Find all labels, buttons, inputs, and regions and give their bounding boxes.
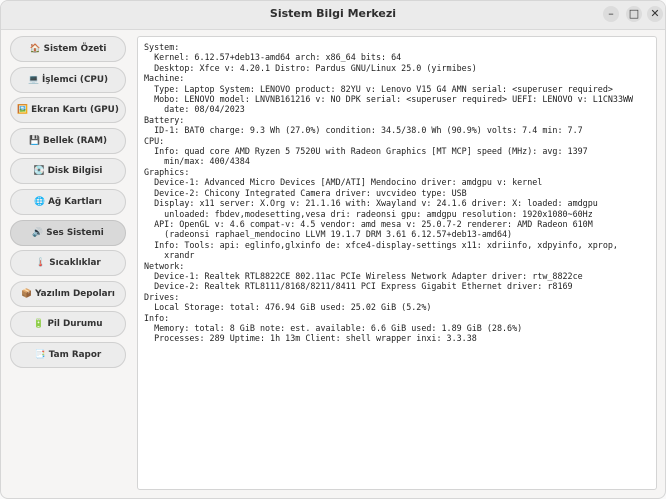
sidebar-nav: 🏠 Sistem Özeti 💻 İşlemci (CPU) 🖼️ Ekran … [10, 36, 126, 373]
output-line: Battery: [144, 114, 185, 125]
maximize-button[interactable]: □ [626, 6, 642, 22]
app-window: Sistem Bilgi Merkezi – □ ✕ 🏠 Sistem Özet… [0, 0, 666, 499]
output-line: Desktop: Xfce v: 4.20.1 Distro: Pardus G… [154, 62, 477, 73]
output-line: API: OpenGL v: 4.6 compat-v: 4.5 vendor:… [154, 218, 593, 229]
output-line: Kernel: 6.12.57+deb13-amd64 arch: x86_64… [154, 52, 402, 63]
output-line: Mobo: LENOVO model: LNVNB161216 v: NO DP… [154, 94, 634, 105]
output-line: Type: Laptop System: LENOVO product: 82Y… [154, 83, 613, 94]
output-line: Local Storage: total: 476.94 GiB used: 2… [154, 302, 432, 313]
output-line: unloaded: fbdev,modesetting,vesa dri: ra… [164, 208, 593, 219]
sidebar-item-full-report[interactable]: 📑 Tam Rapor [10, 341, 126, 368]
output-line: Memory: total: 8 GiB note: est. availabl… [154, 322, 523, 333]
output-line: Display: x11 server: X.Org v: 21.1.16 wi… [154, 198, 598, 209]
title-bar[interactable]: Sistem Bilgi Merkezi – □ ✕ [1, 1, 665, 30]
output-line: Drives: [144, 291, 180, 302]
output-panel[interactable]: System: Kernel: 6.12.57+deb13-amd64 arch… [137, 36, 657, 490]
output-line: Device-2: Chicony Integrated Camera driv… [154, 187, 467, 198]
sidebar-item-ram[interactable]: 💾 Bellek (RAM) [10, 127, 126, 154]
output-line: date: 08/04/2023 [164, 104, 245, 115]
sidebar-item-system-summary[interactable]: 🏠 Sistem Özeti [10, 36, 126, 62]
sidebar-item-repositories[interactable]: 📦 Yazılım Depoları [10, 280, 126, 307]
output-line: Processes: 289 Uptime: 1h 13m Client: sh… [154, 333, 477, 344]
minimize-button[interactable]: – [603, 6, 619, 22]
output-line: Machine: [144, 73, 185, 84]
sidebar-item-temperatures[interactable]: 🌡️ Sıcaklıklar [10, 250, 126, 277]
output-line: Info: quad core AMD Ryzen 5 7520U with R… [154, 146, 588, 157]
output-line: Device-1: Realtek RTL8822CE 802.11ac PCI… [154, 270, 583, 281]
output-line: Info: [144, 312, 170, 323]
output-line: Device-2: Realtek RTL8111/8168/8211/8411… [154, 281, 573, 292]
window-title: Sistem Bilgi Merkezi [269, 7, 397, 20]
sidebar-item-disk[interactable]: 💽 Disk Bilgisi [10, 158, 126, 185]
output-line: Graphics: [144, 166, 190, 177]
sidebar-item-network[interactable]: 🌐 Ağ Kartları [10, 188, 126, 215]
sidebar-item-gpu[interactable]: 🖼️ Ekran Kartı (GPU) [10, 97, 126, 124]
output-line: Info: Tools: api: eglinfo,glxinfo de: xf… [154, 239, 618, 250]
output-line: CPU: [144, 135, 165, 146]
output-line: Network: [144, 260, 185, 271]
system-info-output: System: Kernel: 6.12.57+deb13-amd64 arch… [138, 37, 656, 349]
output-line: ID-1: BAT0 charge: 9.3 Wh (27.0%) condit… [154, 125, 583, 136]
sidebar-item-battery[interactable]: 🔋 Pil Durumu [10, 311, 126, 338]
close-button[interactable]: ✕ [647, 6, 663, 22]
output-line: xrandr [164, 250, 195, 261]
output-line: Device-1: Advanced Micro Devices [AMD/AT… [154, 177, 543, 188]
output-line: min/max: 400/4384 [164, 156, 250, 167]
output-line: System: [144, 42, 180, 52]
sidebar-item-sound[interactable]: 🔊 Ses Sistemi [10, 219, 126, 246]
sidebar-item-cpu[interactable]: 💻 İşlemci (CPU) [10, 66, 126, 93]
output-line: (radeonsi raphael_mendocino LLVM 19.1.7 … [164, 229, 513, 240]
